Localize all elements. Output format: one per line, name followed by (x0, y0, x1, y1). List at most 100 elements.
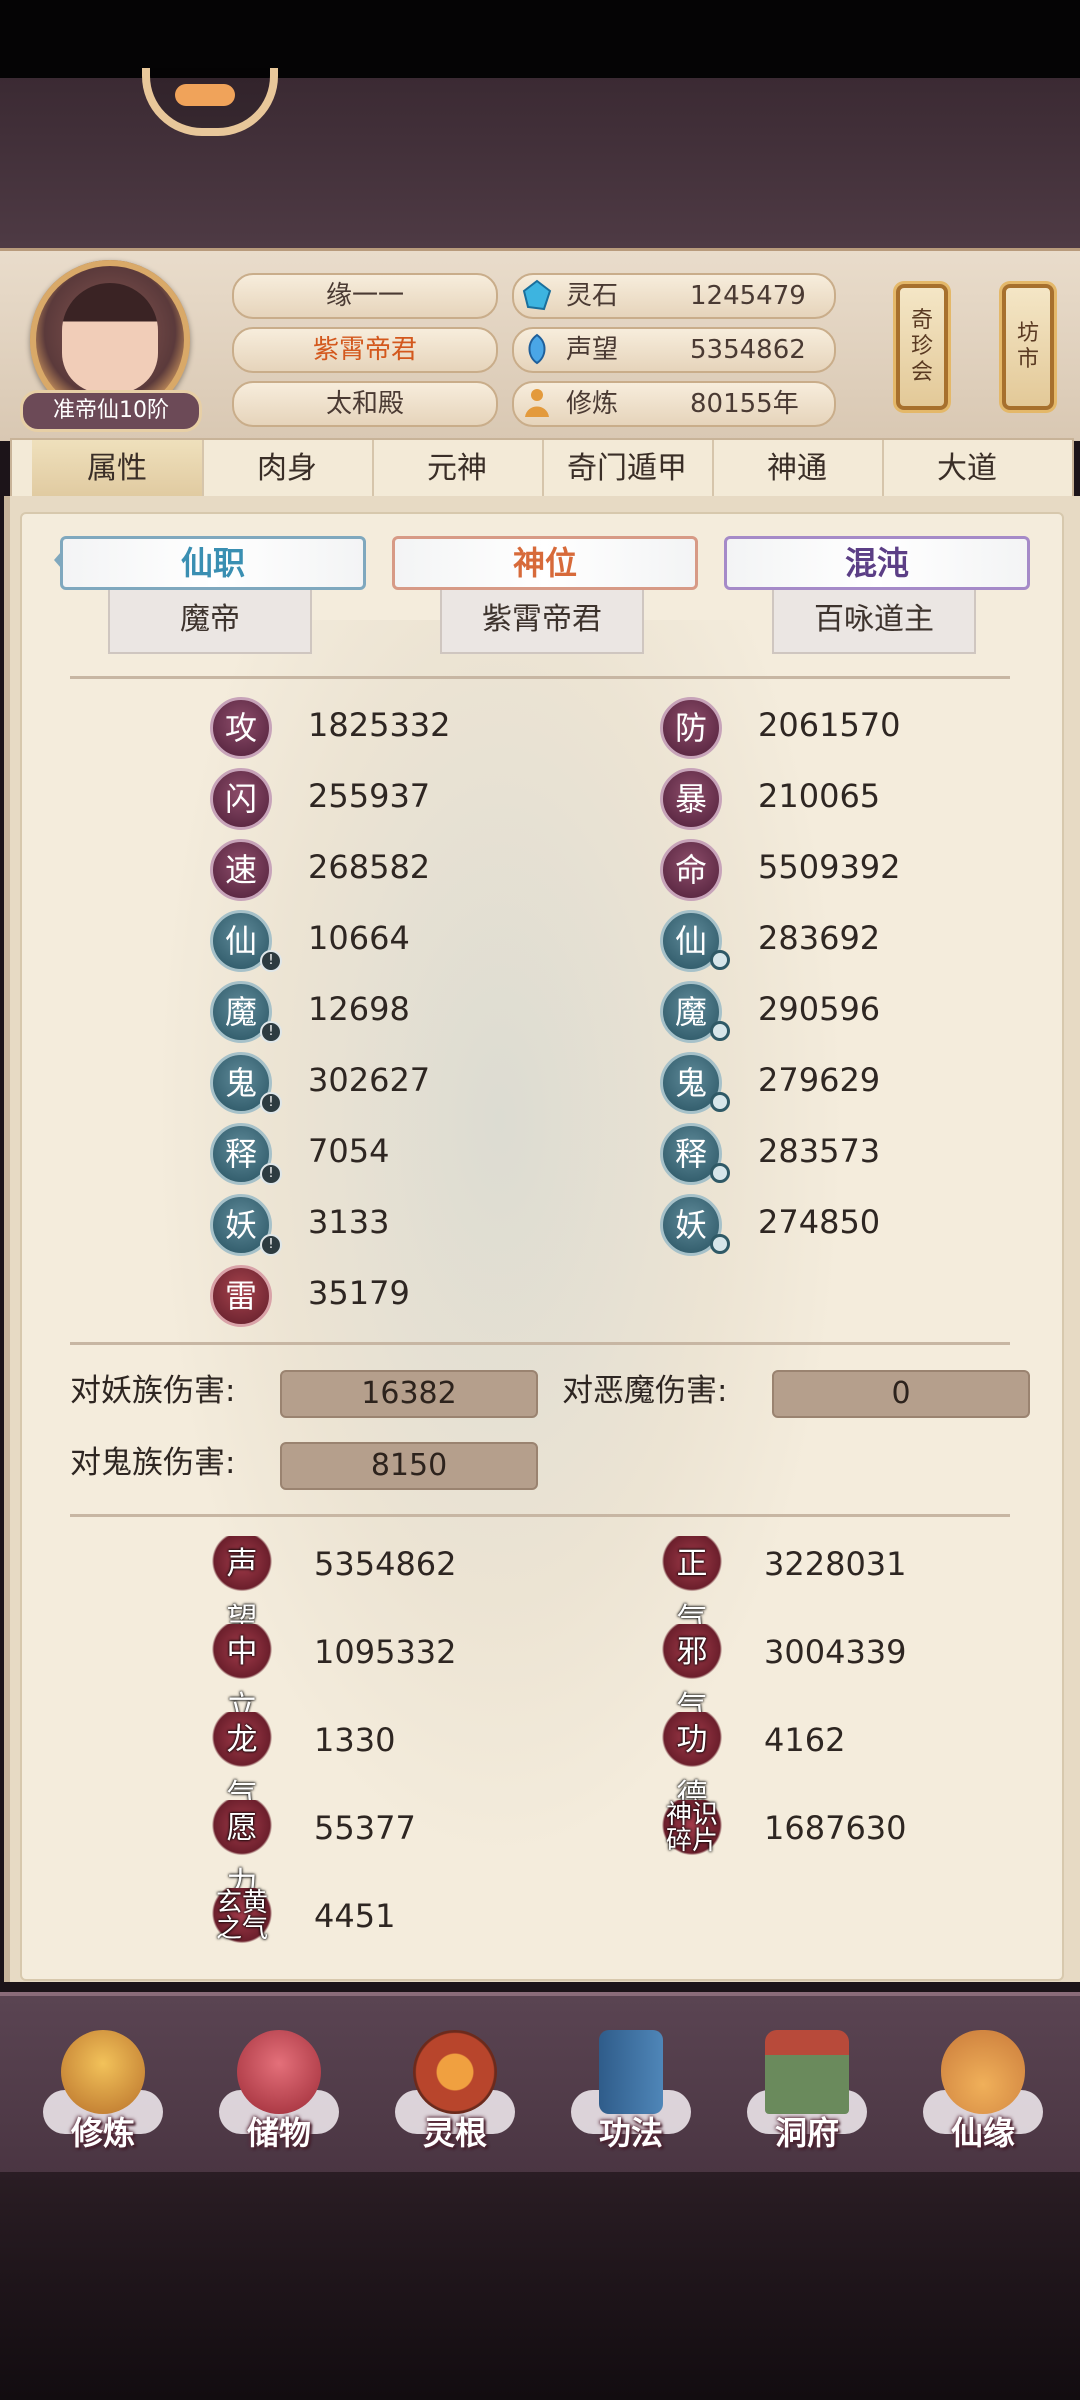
defense-badge-icon (710, 1092, 730, 1112)
evil-value: 3004339 (764, 1633, 907, 1671)
defense-badge-icon (710, 950, 730, 970)
immortal-defense-value: 283692 (758, 919, 881, 957)
damage-vs-demon-value: 0 (772, 1370, 1030, 1418)
defense-badge-icon (710, 1234, 730, 1254)
dodge-value: 255937 (308, 777, 431, 815)
tab-powers[interactable]: 神通 (712, 440, 884, 498)
resource-spirit-stone: 灵石 1245479 (512, 273, 836, 319)
tab-qimen[interactable]: 奇门遁甲 (542, 440, 714, 498)
nav-techniques[interactable]: 功法 (566, 2030, 696, 2170)
resource-label: 修炼 (566, 389, 619, 419)
rank-value-immortal-post: 魔帝 (108, 590, 312, 654)
bottom-scene (0, 2172, 1080, 2400)
damage-vs-monster-label: 对妖族伤害: (70, 1373, 236, 1409)
nav-fortune[interactable]: 仙缘 (918, 2030, 1048, 2170)
resource-value: 1245479 (690, 281, 806, 311)
nav-cultivate[interactable]: 修炼 (38, 2030, 168, 2170)
player-sect: 太和殿 (232, 381, 498, 427)
avatar-portrait (62, 283, 158, 393)
wish-power-icon: 愿力 (212, 1800, 272, 1902)
rank-value-chaos: 百咏道主 (772, 590, 976, 654)
merit-icon: 功德 (662, 1712, 722, 1814)
spirit-stone-icon (522, 279, 552, 311)
button-char: 坊 (1016, 321, 1039, 346)
neutral-value: 1095332 (314, 1633, 457, 1671)
defense-value: 2061570 (758, 706, 901, 744)
buddha-attack-value: 7054 (308, 1132, 390, 1170)
tab-dao[interactable]: 大道 (882, 440, 1052, 498)
button-char: 会 (910, 360, 933, 385)
defense-icon: 防 (660, 697, 722, 759)
attack-value: 1825332 (308, 706, 451, 744)
evil-icon: 邪气 (662, 1624, 722, 1726)
xuanhuang-qi-value: 4451 (314, 1897, 396, 1935)
rank-banner-divine-seat: 神位 (392, 536, 698, 590)
nav-label: 仙缘 (950, 2114, 1015, 2152)
tab-attributes[interactable]: 属性 (32, 440, 204, 498)
spirit-root-icon (413, 2030, 497, 2114)
ghost-attack-value: 302627 (308, 1061, 431, 1099)
soul-shard-icon-line: 神识 (665, 1800, 718, 1830)
divider (70, 1514, 1010, 1517)
button-char: 奇 (910, 308, 933, 333)
soul-shard-icon-line: 碎片 (665, 1826, 718, 1856)
top-scene (0, 68, 1080, 248)
player-title: 紫霄帝君 (232, 327, 498, 373)
divider (70, 676, 1010, 679)
nav-label: 功法 (598, 2114, 663, 2152)
damage-vs-demon-label: 对恶魔伤害: (562, 1373, 728, 1409)
attack-badge-icon: ! (260, 1021, 282, 1043)
nav-spirit-root[interactable]: 灵根 (390, 2030, 520, 2170)
ghost-defense-value: 279629 (758, 1061, 881, 1099)
tab-bar: 属性 肉身 元神 奇门遁甲 神通 大道 (10, 438, 1074, 500)
tab-body[interactable]: 肉身 (202, 440, 374, 498)
xuanhuang-qi-icon: 玄黄 之气 (212, 1888, 272, 1944)
divider (70, 1342, 1010, 1345)
storage-bag-icon (237, 2030, 321, 2114)
attack-badge-icon: ! (260, 950, 282, 972)
market-button[interactable]: 坊 市 (1002, 284, 1054, 410)
cave-mansion-icon (765, 2030, 849, 2114)
attack-icon: 攻 (210, 697, 272, 759)
nav-label: 修炼 (70, 2114, 135, 2152)
tab-spirit[interactable]: 元神 (372, 440, 544, 498)
nav-label: 灵根 (422, 2114, 487, 2152)
monster-attack-value: 3133 (308, 1203, 390, 1241)
prestige-icon: 声望 (212, 1536, 272, 1638)
soul-shard-value: 1687630 (764, 1809, 907, 1847)
nav-storage[interactable]: 储物 (214, 2030, 344, 2170)
resource-value: 5354862 (690, 335, 806, 365)
damage-vs-monster-value: 16382 (280, 1370, 538, 1418)
status-bar (0, 0, 1080, 78)
resource-prestige: 声望 5354862 (512, 327, 836, 373)
rank-badge: 准帝仙10阶 (20, 390, 202, 432)
wish-power-value: 55377 (314, 1809, 416, 1847)
righteous-icon: 正气 (662, 1536, 722, 1638)
merit-value: 4162 (764, 1721, 846, 1759)
critical-icon: 暴 (660, 768, 722, 830)
feather-icon (528, 333, 546, 365)
righteous-value: 3228031 (764, 1545, 907, 1583)
player-name: 缘一一 (232, 273, 498, 319)
resource-cultivation: 修炼 80155年 (512, 381, 836, 427)
critical-value: 210065 (758, 777, 881, 815)
rank-value-divine-seat: 紫霄帝君 (440, 590, 644, 654)
meditation-icon (525, 389, 549, 417)
top-ornament-center (175, 84, 235, 106)
dodge-icon: 闪 (210, 768, 272, 830)
monster-defense-value: 274850 (758, 1203, 881, 1241)
resource-value: 80155年 (690, 389, 799, 419)
resource-label: 灵石 (566, 281, 619, 311)
xuanhuang-qi-icon-line: 之气 (215, 1914, 268, 1944)
cultivate-icon (61, 2030, 145, 2114)
immortal-attack-value: 10664 (308, 919, 410, 957)
treasure-fair-button[interactable]: 奇 珍 会 (896, 284, 948, 410)
defense-badge-icon (710, 1163, 730, 1183)
hp-icon: 命 (660, 839, 722, 901)
nav-cave-mansion[interactable]: 洞府 (742, 2030, 872, 2170)
resource-label: 声望 (566, 335, 619, 365)
damage-vs-ghost-label: 对鬼族伤害: (70, 1445, 236, 1481)
thunder-icon: 雷 (210, 1265, 272, 1327)
attack-badge-icon: ! (260, 1163, 282, 1185)
neutral-icon: 中立 (212, 1624, 272, 1726)
